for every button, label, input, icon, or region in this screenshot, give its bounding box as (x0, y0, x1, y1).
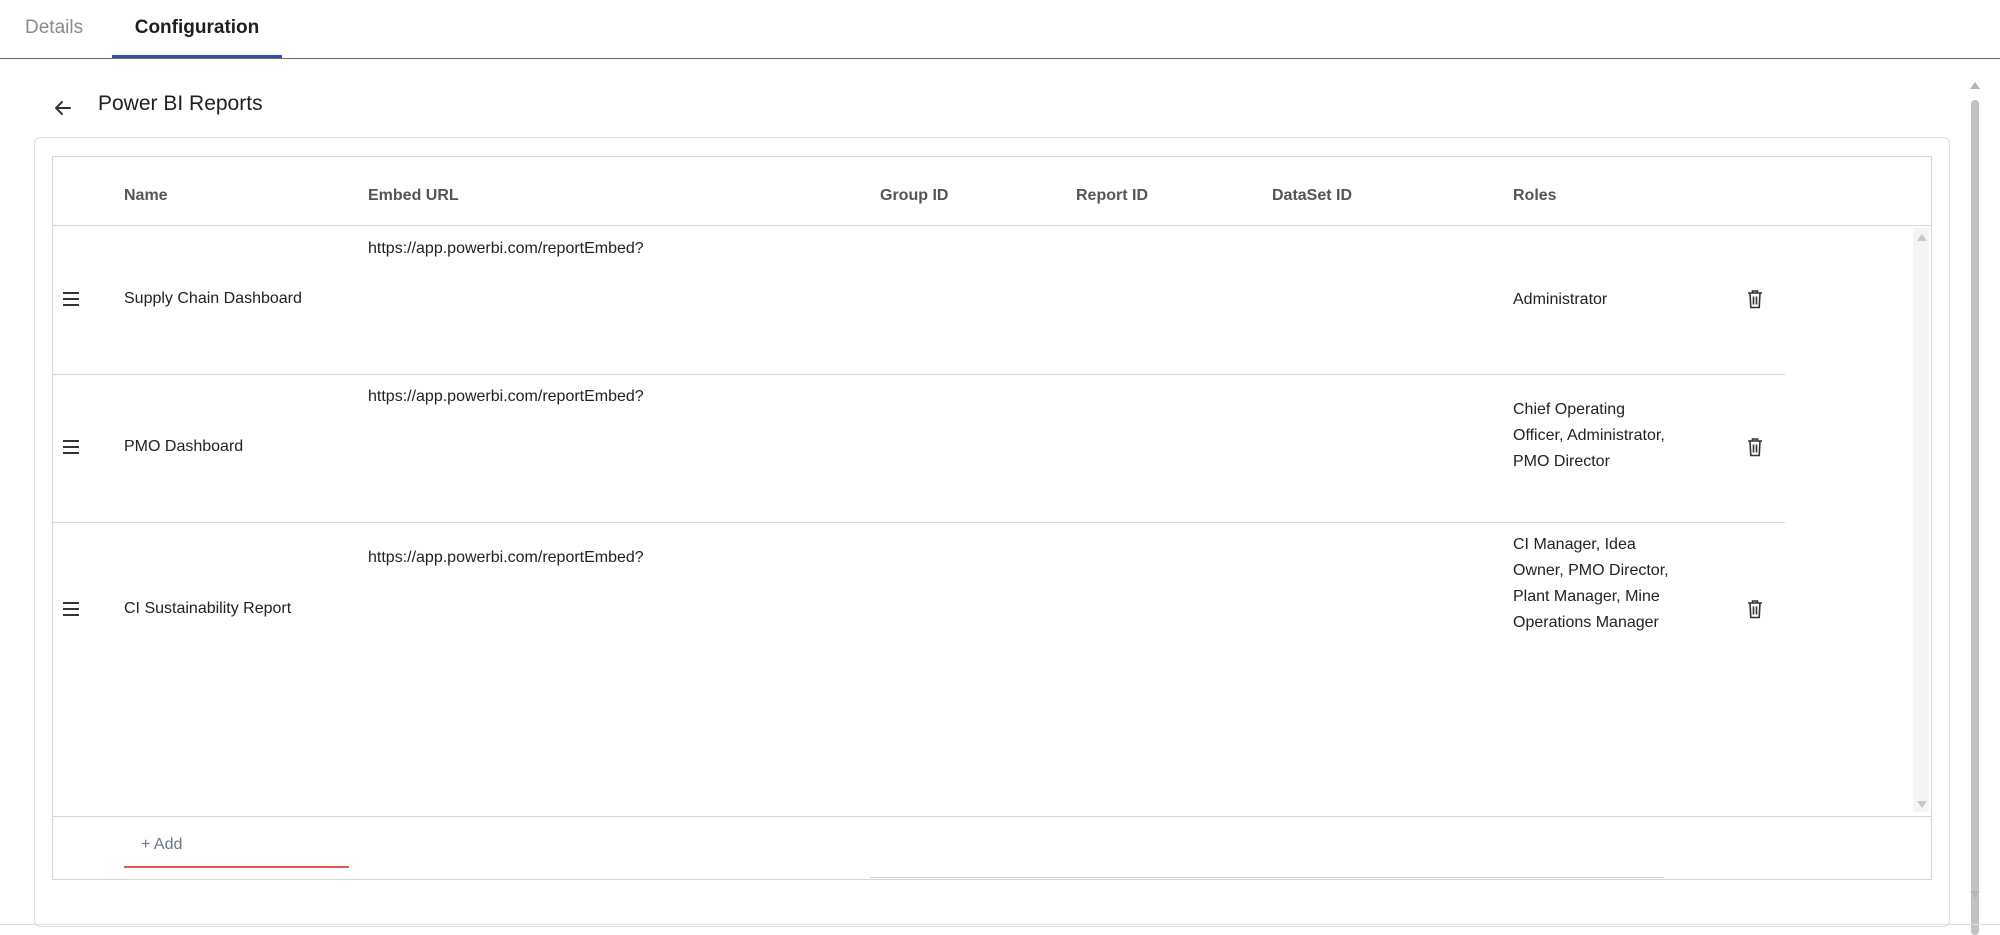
row-embed-url[interactable]: https://app.powerbi.com/reportEmbed? (368, 240, 644, 258)
page-title: Power BI Reports (98, 92, 263, 115)
column-header-report-id[interactable]: Report ID (1076, 187, 1148, 205)
row-divider (53, 374, 1785, 375)
column-header-roles[interactable]: Roles (1513, 187, 1557, 205)
scrollbar-thumb[interactable] (1971, 100, 1979, 935)
drag-handle-icon[interactable] (63, 440, 79, 454)
column-header-group-id[interactable]: Group ID (880, 187, 948, 205)
horizontal-scrollbar[interactable] (870, 877, 1664, 878)
column-header-embed-url[interactable]: Embed URL (368, 187, 459, 205)
arrow-left-icon[interactable] (50, 95, 76, 121)
row-roles[interactable]: CI Manager, Idea Owner, PMO Director, Pl… (1513, 532, 1673, 636)
column-header-name[interactable]: Name (124, 187, 168, 205)
scroll-up-icon[interactable] (1917, 234, 1927, 241)
scroll-down-icon[interactable] (1970, 891, 1980, 898)
table-scrollbar[interactable] (1913, 228, 1929, 812)
row-name[interactable]: CI Sustainability Report (124, 600, 291, 618)
row-name[interactable]: PMO Dashboard (124, 438, 243, 456)
trash-icon[interactable] (1747, 289, 1763, 309)
drag-handle-icon[interactable] (63, 292, 79, 306)
trash-icon[interactable] (1747, 437, 1763, 457)
tab-configuration[interactable]: Configuration (112, 0, 282, 58)
row-divider (53, 522, 1785, 523)
tab-details[interactable]: Details (25, 0, 83, 58)
scroll-down-icon[interactable] (1917, 801, 1927, 808)
column-header-dataset-id[interactable]: DataSet ID (1272, 187, 1352, 205)
add-button-label: + Add (141, 836, 183, 853)
reports-table (52, 156, 1932, 880)
row-embed-url[interactable]: https://app.powerbi.com/reportEmbed? (368, 549, 644, 567)
trash-icon[interactable] (1747, 599, 1763, 619)
scroll-up-icon[interactable] (1970, 82, 1980, 89)
page-scrollbar[interactable] (1968, 78, 1982, 935)
row-roles[interactable]: Administrator (1513, 287, 1673, 313)
row-embed-url[interactable]: https://app.powerbi.com/reportEmbed? (368, 388, 644, 406)
drag-handle-icon[interactable] (63, 602, 79, 616)
row-roles[interactable]: Chief Operating Officer, Administrator, … (1513, 397, 1673, 475)
tab-bar: Details Configuration (0, 0, 2000, 59)
footer-divider (53, 816, 1931, 817)
add-button[interactable]: + Add (124, 832, 349, 868)
row-name[interactable]: Supply Chain Dashboard (124, 290, 302, 308)
header-divider (53, 225, 1931, 226)
